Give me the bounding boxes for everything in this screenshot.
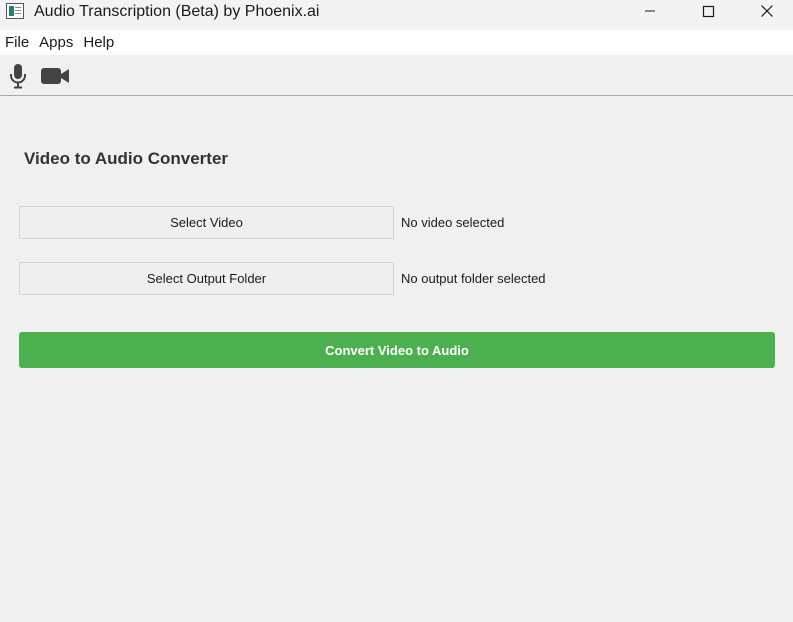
- minimize-icon: [645, 10, 655, 12]
- toolbar: [0, 55, 793, 96]
- menu-apps[interactable]: Apps: [34, 30, 78, 55]
- microphone-icon: [10, 64, 26, 89]
- title-bar: Audio Transcription (Beta) by Phoenix.ai: [0, 0, 793, 30]
- menu-bar: File Apps Help: [0, 30, 793, 55]
- select-output-folder-button[interactable]: Select Output Folder: [19, 262, 394, 295]
- video-tool-button[interactable]: [40, 63, 70, 89]
- converter-title: Video to Audio Converter: [24, 149, 229, 168]
- video-camera-icon: [41, 68, 69, 84]
- menu-help[interactable]: Help: [78, 30, 119, 55]
- convert-video-to-audio-button[interactable]: Convert Video to Audio: [19, 332, 775, 368]
- minimize-button[interactable]: [627, 0, 673, 22]
- output-folder-status-label: No output folder selected: [401, 271, 546, 286]
- maximize-icon: [702, 5, 714, 17]
- app-window-icon: [6, 3, 24, 19]
- close-button[interactable]: [744, 0, 790, 22]
- select-video-button[interactable]: Select Video: [19, 206, 394, 239]
- maximize-button[interactable]: [685, 0, 731, 22]
- video-status-label: No video selected: [401, 215, 505, 230]
- close-icon: [761, 5, 773, 17]
- microphone-tool-button[interactable]: [8, 63, 28, 89]
- menu-file[interactable]: File: [0, 30, 34, 55]
- window-title: Audio Transcription (Beta) by Phoenix.ai: [34, 3, 320, 20]
